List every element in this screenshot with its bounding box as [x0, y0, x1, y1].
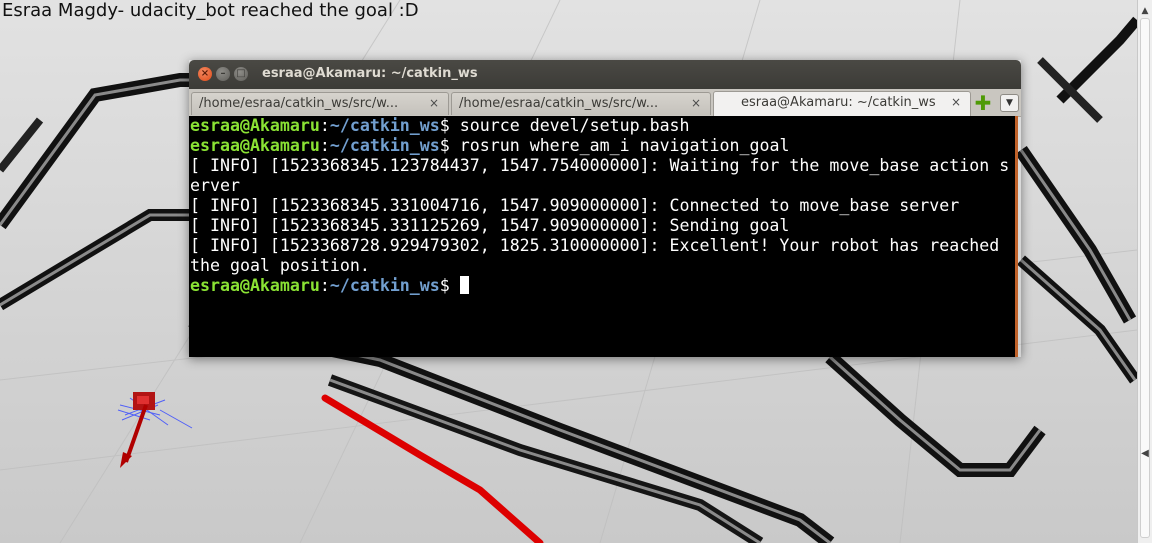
- output-line: [ INFO] [1523368345.331004716, 1547.9090…: [190, 196, 960, 215]
- close-icon[interactable]: ×: [198, 67, 212, 81]
- output-line: [ INFO] [1523368728.929479302, 1825.3100…: [190, 236, 1000, 255]
- tab-close-icon[interactable]: ×: [691, 96, 701, 110]
- prompt-colon: :: [319, 116, 330, 135]
- prompt-line: esraa@Akamaru:~/catkin_ws$ source devel/…: [190, 116, 1015, 136]
- terminal-window[interactable]: × – □ esraa@Akamaru: ~/catkin_ws /home/e…: [189, 60, 1021, 357]
- prompt-colon: :: [319, 276, 330, 295]
- prompt-path: ~/catkin_ws: [329, 136, 440, 155]
- window-titlebar[interactable]: × – □ esraa@Akamaru: ~/catkin_ws: [189, 60, 1021, 89]
- prompt-path: ~/catkin_ws: [329, 116, 440, 135]
- tab-3-active[interactable]: esraa@Akamaru: ~/catkin_ws ×: [713, 91, 971, 116]
- scroll-thumb[interactable]: [1140, 18, 1150, 538]
- prompt-user: esraa@Akamaru: [190, 116, 320, 135]
- output-line: [ INFO] [1523368345.123784437, 1547.7540…: [190, 156, 1010, 175]
- overlay-caption: Esraa Magdy- udacity_bot reached the goa…: [2, 0, 419, 21]
- window-title: esraa@Akamaru: ~/catkin_ws: [262, 66, 478, 81]
- scroll-left-icon[interactable]: ◀: [1140, 448, 1150, 460]
- output-line: erver: [190, 176, 240, 195]
- tab-label: /home/esraa/catkin_ws/src/w...: [199, 96, 399, 111]
- prompt-line: esraa@Akamaru:~/catkin_ws$: [190, 276, 1015, 296]
- prompt-dollar: $: [439, 276, 460, 295]
- tab-close-icon[interactable]: ×: [951, 95, 961, 109]
- output-line: [ INFO] [1523368345.331125269, 1547.9090…: [190, 216, 790, 235]
- plus-icon[interactable]: ✚: [974, 93, 992, 113]
- scroll-up-icon[interactable]: ▲: [1140, 6, 1150, 16]
- tab-close-icon[interactable]: ×: [429, 96, 439, 110]
- prompt-line: esraa@Akamaru:~/catkin_ws$ rosrun where_…: [190, 136, 1015, 156]
- prompt-user: esraa@Akamaru: [190, 136, 320, 155]
- prompt-dollar: $: [439, 136, 460, 155]
- command-text: rosrun where_am_i navigation_goal: [459, 136, 790, 155]
- vertical-scrollbar[interactable]: ▲ ◀: [1137, 0, 1152, 543]
- prompt-user: esraa@Akamaru: [190, 276, 320, 295]
- prompt-dollar: $: [439, 116, 460, 135]
- maximize-icon[interactable]: □: [234, 67, 248, 81]
- tab-2[interactable]: /home/esraa/catkin_ws/src/w... ×: [451, 92, 711, 115]
- tab-label: /home/esraa/catkin_ws/src/w...: [459, 96, 659, 111]
- tab-bar: /home/esraa/catkin_ws/src/w... × /home/e…: [189, 89, 1021, 117]
- tab-1[interactable]: /home/esraa/catkin_ws/src/w... ×: [191, 92, 449, 115]
- chevron-down-icon[interactable]: ▼: [1000, 94, 1019, 112]
- terminal-output[interactable]: esraa@Akamaru:~/catkin_ws$ source devel/…: [189, 116, 1018, 357]
- prompt-path: ~/catkin_ws: [329, 276, 440, 295]
- minimize-icon[interactable]: –: [216, 67, 230, 81]
- output-line: the goal position.: [190, 256, 370, 275]
- tab-label: esraa@Akamaru: ~/catkin_ws: [741, 95, 936, 110]
- text-cursor: [459, 276, 469, 294]
- prompt-colon: :: [319, 136, 330, 155]
- command-text: source devel/setup.bash: [459, 116, 690, 135]
